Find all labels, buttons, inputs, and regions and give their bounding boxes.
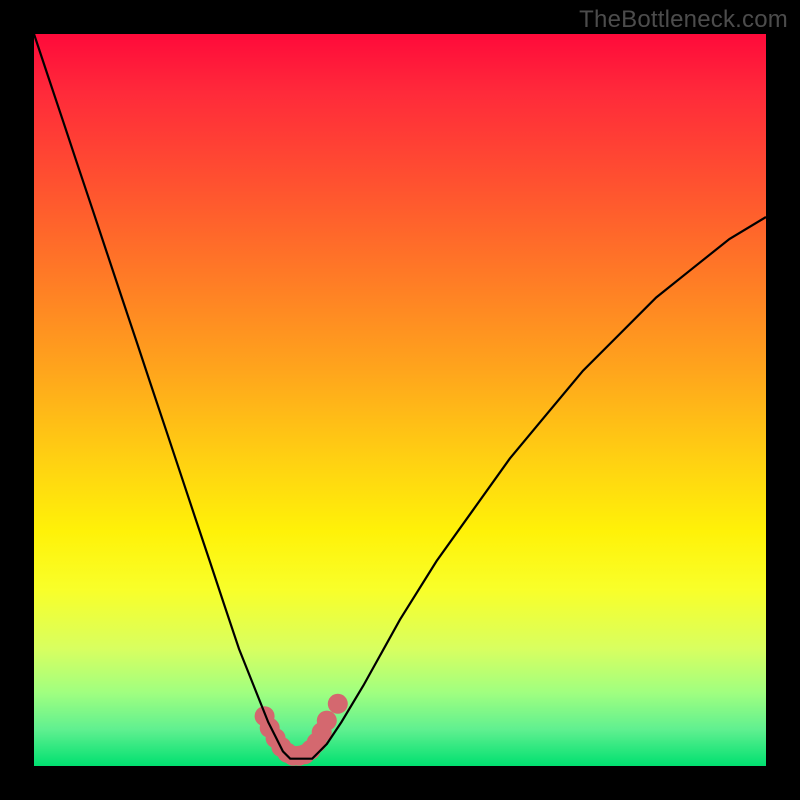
- highlight-markers: [255, 694, 348, 766]
- chart-frame: TheBottleneck.com: [0, 0, 800, 800]
- plot-area: [34, 34, 766, 766]
- curve-layer: [34, 34, 766, 766]
- highlight-dot: [328, 694, 348, 714]
- watermark-text: TheBottleneck.com: [579, 6, 788, 34]
- bottleneck-curve: [34, 34, 766, 759]
- highlight-dot: [317, 711, 337, 731]
